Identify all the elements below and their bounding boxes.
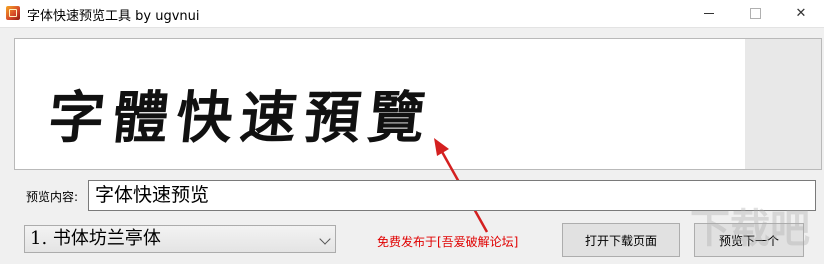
- window-title: 字体快速预览工具 by ugvnui: [27, 9, 200, 24]
- font-preview-panel: 字體快速預覽: [14, 38, 822, 170]
- preview-rendered-text: 字體快速預覽: [45, 85, 436, 151]
- maximize-button[interactable]: [732, 0, 778, 27]
- preview-side-area: [745, 39, 821, 169]
- close-icon: ✕: [795, 6, 807, 21]
- minimize-icon: [704, 13, 714, 14]
- chevron-down-icon: [319, 233, 331, 245]
- title-bar: 字体快速预览工具 by ugvnui ✕: [0, 0, 824, 28]
- app-icon: [6, 6, 20, 20]
- close-button[interactable]: ✕: [778, 0, 824, 27]
- font-select-value: 1. 书体坊兰亭体: [30, 228, 161, 249]
- release-notice: 免费发布于[吾爱破解论坛]: [377, 235, 519, 249]
- preview-content-label: 预览内容:: [26, 190, 79, 204]
- minimize-button[interactable]: [686, 0, 732, 27]
- open-download-page-button[interactable]: 打开下载页面: [562, 223, 680, 257]
- preview-next-button[interactable]: 预览下一个: [694, 223, 804, 257]
- font-select-dropdown[interactable]: 1. 书体坊兰亭体: [24, 225, 336, 253]
- preview-content-input[interactable]: 字体快速预览: [88, 180, 816, 211]
- maximize-icon: [749, 8, 761, 19]
